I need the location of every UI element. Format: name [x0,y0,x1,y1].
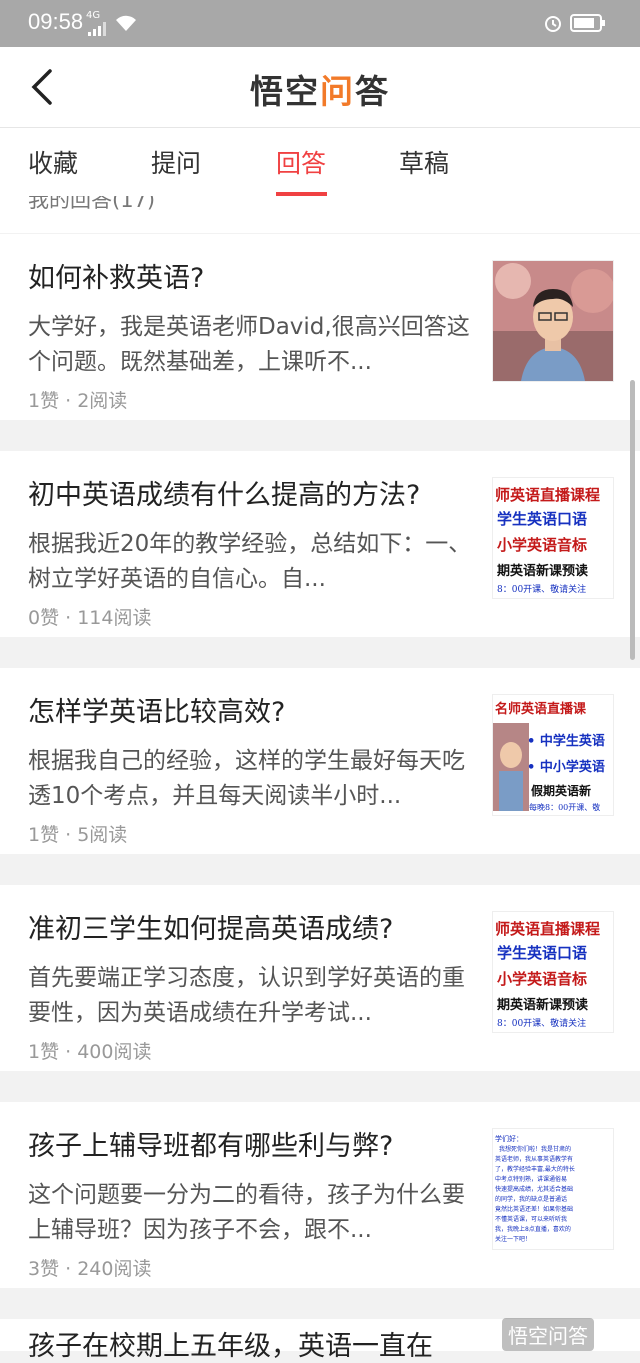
thumb-line: 8：00开课、敬请关注 [497,583,586,595]
thumb-line: 的同学，我的缺点是普通话 [495,1195,567,1203]
logo-text-part-3: 答 [355,72,390,111]
section-header: 我的回答(17) [0,196,640,233]
thumb-line: • 中小学英语 [527,759,605,775]
answer-excerpt: 根据我近20年的教学经验，总结如下：一、树立学好英语的自信心。自... [28,531,472,592]
app-logo: 悟空问答 [0,65,640,113]
tab-favorites[interactable]: 收藏 [28,144,78,180]
thumb-line: 期英语新课预读 [497,563,588,579]
thumb-line: 学生英语口语 [497,944,587,962]
avatar-photo-thumbnail [492,260,614,382]
alarm-icon [545,16,561,32]
partial-question-title[interactable]: 孩子在校期上五年级，英语一直在 [28,1324,433,1363]
answer-card[interactable]: 如何补救英语? 大学好，我是英语老师David,很高兴回答这个问题。既然基础差，… [0,234,640,420]
answer-stats: 1赞 · 2阅读 [28,390,128,412]
answer-card[interactable]: 怎样学英语比较高效? 根据我自己的经验，这样的学生最好每天吃透10个考点，并且每… [0,668,640,854]
thumb-line: 我，我晚上8点直播，喜欢的 [495,1225,571,1233]
answer-stats: 1赞 · 5阅读 [28,824,128,846]
thumb-line: 每晚8：00开课、敬 [529,802,600,812]
thumb-line: 期英语新课预读 [497,997,588,1013]
signal-icon [88,22,106,36]
thumb-line: 8：00开课、敬请关注 [497,1017,586,1029]
answer-stats: 3赞 · 240阅读 [28,1258,152,1280]
scrollbar[interactable] [630,380,635,660]
answer-card[interactable]: 准初三学生如何提高英语成绩? 首先要端正学习态度，认识到学好英语的重要性，因为英… [0,885,640,1071]
watermark-label: 悟空问答 [502,1318,594,1351]
thumb-line: 师英语直播课程 [495,486,600,504]
tab-questions[interactable]: 提问 [151,144,201,180]
logo-text-part-1: 悟空 [250,72,320,111]
status-bar: 09:58 4G [0,0,640,47]
thumb-line: 英语老师，我从事英语教学有 [495,1155,573,1163]
answer-card[interactable]: 孩子上辅导班都有哪些利与弊? 这个问题要一分为二的看待，孩子为什么要上辅导班？因… [0,1102,640,1288]
thumb-line: 中考点特别熟，讲课通俗易 [495,1175,567,1183]
question-title[interactable]: 初中英语成绩有什么提高的方法? [28,473,478,512]
thumb-line: 不懂英语课，可以来听听我 [495,1215,567,1223]
tab-answers[interactable]: 回答 [276,144,326,180]
answer-excerpt: 这个问题要一分为二的看待，孩子为什么要上辅导班？因为孩子不会，跟不... [28,1182,465,1243]
thumb-line: 学们好： [495,1134,523,1143]
question-title[interactable]: 孩子上辅导班都有哪些利与弊? [28,1124,478,1163]
thumb-line: 假期英语新 [531,783,591,798]
thumb-line: 小学英语音标 [497,536,587,554]
thumb-line: 了，教学经验丰富,最大的特长 [495,1165,575,1173]
thumb-line: • 中学生英语 [527,733,605,749]
question-title[interactable]: 准初三学生如何提高英语成绩? [28,907,478,946]
course-ad-thumbnail: 名师英语直播课 • 中学生英语 • 中小学英语 假期英语新 每晚8：00开课、敬 [492,694,614,816]
course-ad-thumbnail: 师英语直播课程 学生英语口语 小学英语音标 期英语新课预读 8：00开课、敬请关… [492,477,614,599]
thumb-line: 学生英语口语 [497,510,587,528]
thumb-line: 竟然比英语还差！如果你基础 [495,1205,573,1213]
tab-bar: 收藏 提问 回答 草稿 [0,128,640,196]
answer-excerpt: 首先要端正学习态度，认识到学好英语的重要性，因为英语成绩在升学考试... [28,965,465,1026]
thumb-line: 快速提高成绩，尤其适合基础 [495,1185,573,1193]
question-title[interactable]: 怎样学英语比较高效? [28,690,478,729]
answer-excerpt: 大学好，我是英语老师David,很高兴回答这个问题。既然基础差，上课听不... [28,314,470,375]
course-ad-thumbnail: 师英语直播课程 学生英语口语 小学英语音标 期英语新课预读 8：00开课、敬请关… [492,911,614,1033]
question-title[interactable]: 如何补救英语? [28,256,478,295]
thumb-line: 师英语直播课程 [495,920,600,938]
tab-drafts[interactable]: 草稿 [399,144,449,180]
answer-count-label: 我的回答(17) [28,196,156,212]
answer-stats: 1赞 · 400阅读 [28,1041,152,1063]
answer-card[interactable]: 初中英语成绩有什么提高的方法? 根据我近20年的教学经验，总结如下：一、树立学好… [0,451,640,637]
thumb-line: 关注一下吧！ [495,1235,531,1243]
network-type: 4G [86,10,101,21]
wifi-icon [116,15,136,31]
thumb-line: 我想死你们啦！我是甘肃的 [499,1145,571,1153]
thumb-line: 名师英语直播课 [495,701,587,717]
logo-text-part-2: 问 [320,72,355,111]
text-note-thumbnail: 学们好： 我想死你们啦！我是甘肃的 英语老师，我从事英语教学有 了，教学经验丰富… [492,1128,614,1250]
top-nav-bar: 悟空问答 [0,47,640,128]
status-time: 09:58 [28,9,84,34]
answer-stats: 0赞 · 114阅读 [28,607,152,629]
battery-icon [570,14,605,32]
thumb-line: 小学英语音标 [497,970,587,988]
answer-excerpt: 根据我自己的经验，这样的学生最好每天吃透10个考点，并且每天阅读半小时... [28,748,465,809]
